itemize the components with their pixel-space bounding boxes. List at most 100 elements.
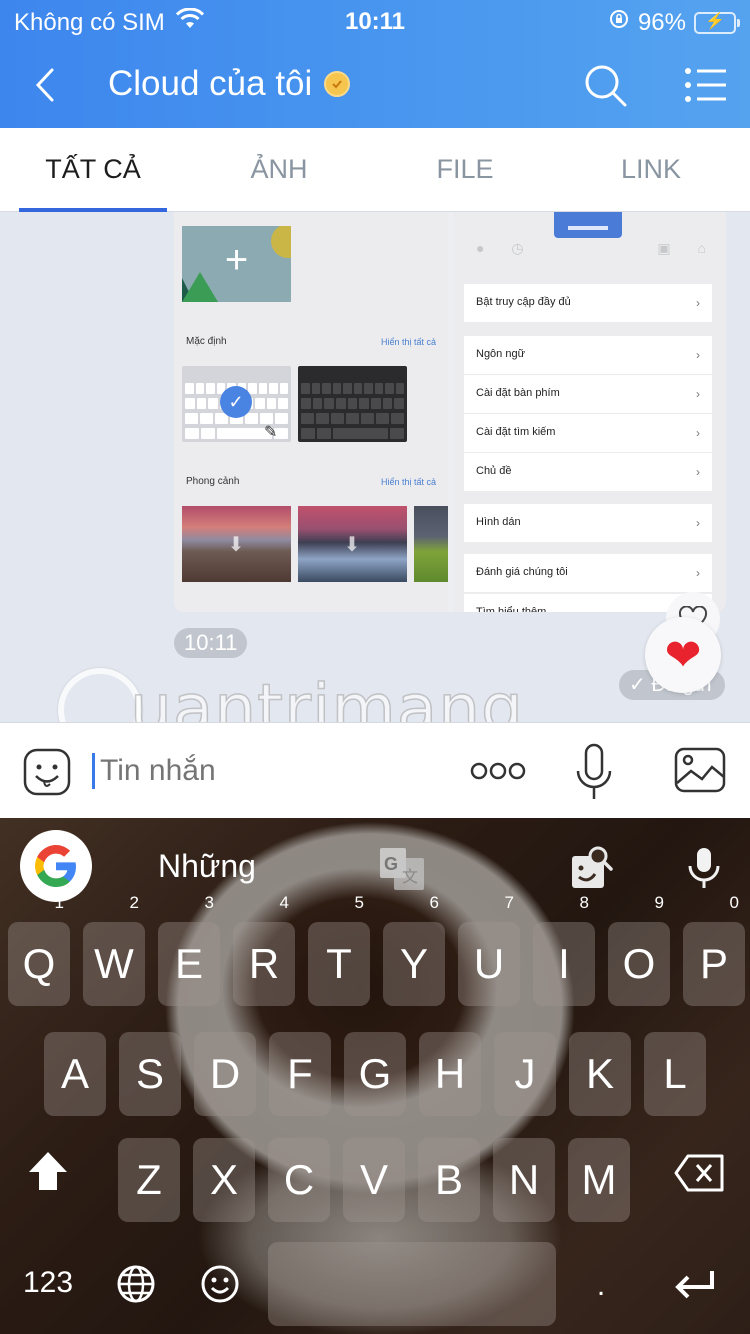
heart-reaction[interactable]: ❤ [645,617,721,693]
page-title-text: Cloud của tôi [108,64,313,103]
sticker-smiley-icon [23,748,71,796]
key-hint-number: 6 [429,893,439,912]
key-f[interactable]: F [269,1032,331,1116]
key-b[interactable]: B [418,1138,480,1222]
faded-icons: ● ◷ ▣ ⌂ [476,240,706,256]
shift-key[interactable] [22,1142,74,1202]
key-hint-number: 8 [579,893,589,912]
backspace-key[interactable] [672,1148,728,1198]
message-time: 10:11 [174,628,248,658]
svg-text:G: G [384,854,398,874]
landscape-photo: ⬇ [298,506,407,582]
plus-icon: + [224,238,249,282]
emoji-key[interactable] [198,1262,242,1306]
key-u[interactable]: U7 [458,894,520,1006]
emoji-search-button[interactable] [570,844,614,890]
key-q[interactable]: Q1 [8,894,70,1006]
key-s[interactable]: S [119,1032,181,1116]
landscape-photo [414,506,448,582]
more-options-button[interactable] [470,757,526,785]
key-c[interactable]: C [268,1138,330,1222]
language-key[interactable] [114,1262,158,1306]
status-bar: Không có SIM 10:11 96% ⚡ [0,0,750,42]
navbar: Cloud của tôi [0,50,750,120]
key-hint-number: 9 [654,893,664,912]
chevron-right-icon: › [696,465,700,479]
heart-icon: ❤ [664,630,702,680]
settings-item: Cài đặt bàn phím › [464,375,712,413]
google-button[interactable] [20,830,92,902]
key-w[interactable]: W2 [83,894,145,1006]
settings-item: Cài đặt tìm kiếm › [464,414,712,452]
globe-icon [117,1265,155,1303]
key-a[interactable]: A [44,1032,106,1116]
message-input[interactable] [92,745,452,797]
tab-photos[interactable]: ẢNH [186,128,372,211]
key-n[interactable]: N [493,1138,555,1222]
key-d[interactable]: D [194,1032,256,1116]
svg-text:文: 文 [402,868,418,886]
keyboard-theme-dark [298,366,407,442]
key-r[interactable]: R4 [233,894,295,1006]
tab-all[interactable]: TẤT CẢ [0,128,186,212]
settings-item: Chủ đề › [464,453,712,491]
ellipsis-icon [470,762,526,780]
back-button[interactable] [26,60,66,110]
menu-button[interactable] [684,66,728,104]
enter-key[interactable] [670,1264,718,1304]
key-m[interactable]: M [568,1138,630,1222]
shift-arrow-icon [29,1152,67,1190]
suggestion-bar: Những G文 [0,818,750,918]
key-h[interactable]: H [419,1032,481,1116]
shared-image-message[interactable]: + Mặc định Hiển thị tất cả ✓ ✎ Phong cản… [174,212,726,612]
message-composer [0,722,750,818]
download-icon: ⬇ [343,534,361,556]
key-k[interactable]: K [569,1032,631,1116]
chevron-right-icon: › [696,348,700,362]
voice-message-button[interactable] [574,743,614,801]
section-default-link: Hiển thị tất cả [380,337,436,347]
space-key[interactable] [268,1242,556,1326]
send-image-button[interactable] [674,747,726,793]
key-t[interactable]: T5 [308,894,370,1006]
sticker-button[interactable] [22,747,72,797]
search-button[interactable] [582,62,630,110]
screenshot-left-panel: + Mặc định Hiển thị tất cả ✓ ✎ Phong cản… [174,212,448,612]
chat-area: + Mặc định Hiển thị tất cả ✓ ✎ Phong cản… [0,212,750,722]
app-header: Không có SIM 10:11 96% ⚡ Cloud của tôi [0,0,750,128]
battery-percent: 96% [637,8,686,36]
key-i[interactable]: I8 [533,894,595,1006]
key-p[interactable]: P0 [683,894,745,1006]
voice-typing-button[interactable] [686,846,722,890]
key-y[interactable]: Y6 [383,894,445,1006]
tab-links[interactable]: LINK [558,128,744,211]
period-key[interactable]: . [586,1266,616,1306]
key-j[interactable]: J [494,1032,556,1116]
key-o[interactable]: O9 [608,894,670,1006]
key-hint-number: 2 [129,893,139,912]
chevron-right-icon: › [696,296,700,310]
gboard-keyboard: Những G文 Q1W2E3R4T5Y6U7I8O9P0 ASDFGHJKL … [0,818,750,1334]
key-hint-number: 3 [204,893,214,912]
list-menu-icon [685,68,726,102]
key-e[interactable]: E3 [158,894,220,1006]
key-g[interactable]: G [344,1032,406,1116]
settings-item: Đánh giá chúng tôi › [464,554,712,592]
key-z[interactable]: Z [118,1138,180,1222]
key-hint-number: 1 [54,893,64,912]
microphone-icon [688,848,720,888]
key-hint-number: 7 [504,893,514,912]
sticker-search-icon [572,846,613,888]
translate-button[interactable]: G文 [378,846,426,892]
section-landscape-link: Hiển thị tất cả [380,477,436,487]
key-v[interactable]: V [343,1138,405,1222]
key-x[interactable]: X [193,1138,255,1222]
key-l[interactable]: L [644,1032,706,1116]
suggestion-word[interactable]: Những [158,848,256,885]
download-icon: ⬇ [227,534,245,556]
key-hint-number: 4 [279,893,289,912]
tab-bar: TẤT CẢ ẢNH FILE LINK [0,128,750,212]
rotation-lock-icon [608,8,630,37]
tab-files[interactable]: FILE [372,128,558,211]
numbers-key[interactable]: 123 [20,1260,76,1306]
